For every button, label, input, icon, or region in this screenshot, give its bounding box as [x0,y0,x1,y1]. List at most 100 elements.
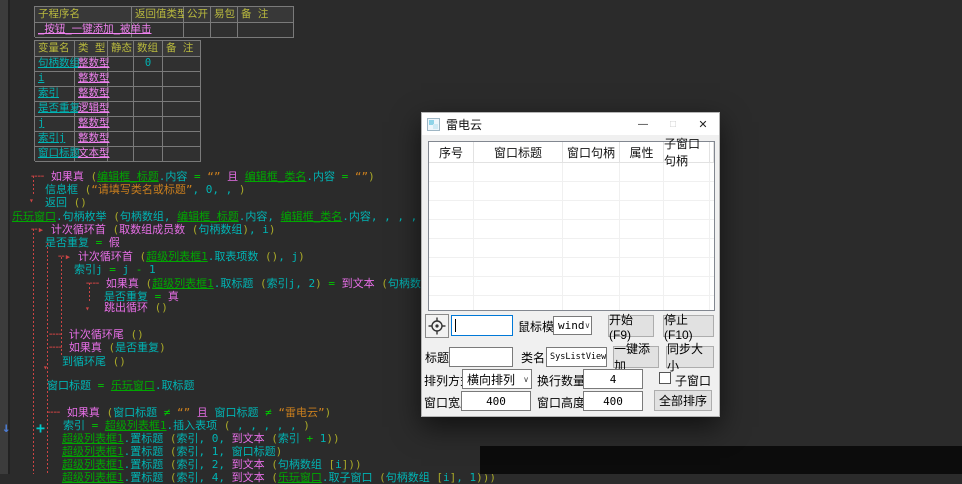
code-token-par: ) [159,341,166,354]
code-token-id: 索引 [63,419,85,432]
code-line[interactable]: 信息框 (“请填写类名或标题”, 0, , ) [45,183,246,196]
code-line[interactable]: ╌╌ 计次循环尾 () [49,328,144,341]
code-token-id: i [335,458,342,471]
code-line[interactable]: 乐玩窗口.句柄枚举 (句柄数组, 编辑框_标题.内容, 编辑框_类名.内容, ,… [12,210,455,223]
listview-grid-line [709,163,710,310]
code-token-obj: 超级列表框1 [62,458,124,471]
start-button[interactable]: 开始(F9) [608,315,654,337]
code-token-id: 到循环尾 [62,355,106,368]
code-flow-arrow-icon: ▾ [29,197,34,205]
code-token-par: () [124,328,144,341]
chevron-down-icon: ∨ [523,375,529,384]
title-input[interactable] [449,347,513,367]
code-token-str: “” [355,170,368,183]
code-token-par: ( [133,250,146,263]
code-token-obj: 超级列表框1 [62,432,124,445]
code-token-par: ) [298,250,305,263]
code-token-kw: 计次循环首 [51,223,106,236]
code-token-obj: 超级列表框1 [62,445,124,458]
titlebar[interactable]: 雷电云 — □ ✕ [422,113,719,135]
code-token-id: , [218,458,231,471]
code-token-par: ( [107,210,120,223]
search-input[interactable] [451,315,513,336]
window-listview[interactable]: 序号窗口标题窗口句柄属性子窗口句柄 [428,141,715,311]
code-token-par: ) [276,445,283,458]
code-line[interactable]: 返回 () [45,196,87,209]
code-line[interactable]: 窗口标题 = 乐玩窗口.取标题 [47,379,195,392]
code-token-par: () [258,250,278,263]
add-button[interactable]: 一键添加 [613,346,659,368]
listview-column-2[interactable]: 窗口标题 [474,142,563,163]
code-token-op: = [103,263,123,276]
code-token-id: .置标题 [124,432,164,445]
class-input[interactable]: SysListView32 [546,347,607,367]
code-line[interactable]: ╌╌ 如果真 (窗口标题 ≠ “” 且 窗口标题 ≠ “雷电云”) [47,406,331,419]
close-button[interactable]: ✕ [693,113,713,135]
code-line[interactable]: ╌▸ 计次循环首 (超级列表框1.取表项数 (), j) [58,250,305,263]
stop-button[interactable]: 停止(F10) [663,315,714,337]
listview-column-3[interactable]: 窗口句柄 [563,142,620,163]
arrange-mode-combo[interactable]: 横向排列 ∨ [462,369,532,389]
code-token-op: = [335,170,355,183]
code-token-id: , 窗口标题 [218,445,275,458]
code-line[interactable]: 索引 = 超级列表框1.插入表项 ( , , , , , ) [63,419,310,432]
listview-column-1[interactable]: 序号 [429,142,474,163]
code-token-par: () [148,301,168,314]
code-token-id: .取子窗口 [322,471,373,484]
code-line[interactable]: ╌╌ 如果真 (是否重复) [49,341,166,354]
code-token-id: .内容, [239,210,281,223]
listview-grid-line [473,163,474,310]
code-line[interactable]: ╌╌ 如果真 (编辑框_标题.内容 = “” 且 编辑框_类名.内容 = “”) [31,170,375,183]
code-token-op: + [300,432,320,445]
code-token-par: )) [326,432,339,445]
mouse-mode-combo[interactable]: wind ∨ [553,316,592,335]
code-token-par: ( [102,341,115,354]
maximize-button[interactable]: □ [663,113,683,135]
leidian-cloud-window: 雷电云 — □ ✕ 序号窗口标题窗口句柄属性子窗口句柄 鼠标模式 wind ∨ … [421,112,720,417]
code-token-id: .取标题 [155,379,195,392]
code-token-par: ( [265,432,278,445]
window-width-input[interactable]: 400 [461,391,531,411]
listview-body[interactable] [429,163,714,310]
class-label: 类名: [521,347,548,367]
code-token-par: ( [163,432,176,445]
code-line[interactable]: ╌╌ 如果真 (超级列表框1.取标题 (索引j, 2) = 到文本 (句柄数组 … [86,277,472,290]
code-token-op: = [85,419,105,432]
code-line[interactable]: 是否重复 = 假 [45,236,120,249]
listview-column-4[interactable]: 属性 [620,142,664,163]
minimize-button[interactable]: — [633,113,653,135]
listview-column-5[interactable]: 子窗口句柄 [664,142,710,163]
screen: { "colors":{ "ide_bg":"#2b2b2b","dialog_… [0,0,962,474]
code-line[interactable]: 超级列表框1.置标题 (索引, 4, 到文本 (乐玩窗口.取子窗口 (句柄数组 … [62,471,496,484]
code-line[interactable]: 超级列表框1.置标题 (索引, 1, 窗口标题) [62,445,282,458]
window-height-input[interactable]: 400 [583,391,643,411]
listview-grid-line [619,163,620,310]
code-token-op: = [91,379,111,392]
listview-grid-line [562,163,563,310]
wrap-count-input[interactable]: 4 [583,369,643,389]
code-token-par: ( [265,471,278,484]
child-window-checkbox[interactable] [659,372,671,384]
code-line[interactable]: ╌▸ 计次循环首 (取数组成员数 (句柄数组), i) [31,223,276,236]
code-token-par: ( [100,406,113,419]
desktop-background [480,446,962,474]
code-token-id: 句柄数组 [198,223,242,236]
code-token-id: .内容 [159,170,188,183]
code-line[interactable]: 跳出循环 () [104,301,168,314]
sort-all-button[interactable]: 全部排序 [654,390,712,411]
code-token-id: , [456,471,469,484]
code-line[interactable]: 到循环尾 () [62,355,126,368]
child-window-label: 子窗口 [675,370,711,390]
code-line[interactable]: 超级列表框1.置标题 (索引, 2, 到文本 (句柄数组 [i])) [62,458,362,471]
code-line[interactable]: 索引j = j - 1 [74,263,156,276]
code-line[interactable]: 超级列表框1.置标题 (索引, 0, 到文本 (索引 + 1)) [62,432,340,445]
code-token-par: ( [163,445,176,458]
code-token-op: = [322,277,342,290]
window-finder-button[interactable] [425,314,449,338]
code-token-id: , j [278,250,298,263]
code-token-kw: 计次循环首 [78,250,133,263]
listview-column-filler [710,142,714,163]
code-token-par: ) [297,419,310,432]
code-token-id: 窗口标题 [215,406,259,419]
sync-size-button[interactable]: 同步大小 [666,346,714,368]
